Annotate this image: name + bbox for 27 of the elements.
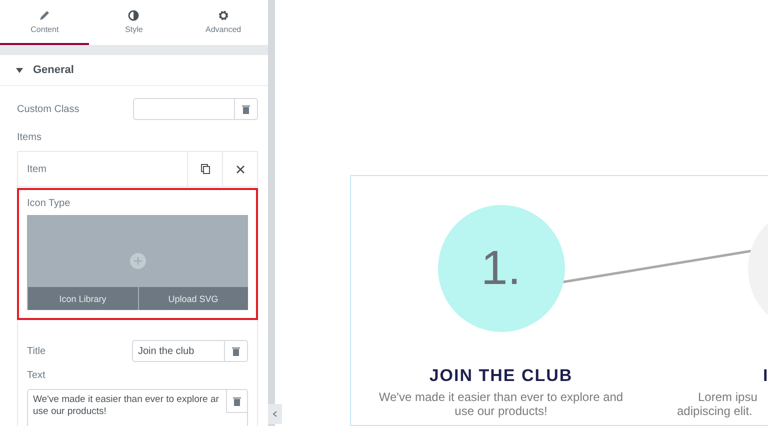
pencil-icon xyxy=(39,10,50,20)
contrast-icon xyxy=(128,10,140,20)
close-icon xyxy=(236,164,244,174)
custom-class-field[interactable] xyxy=(133,98,258,120)
step-text: adipiscing elit. xyxy=(677,404,752,418)
chooser-button[interactable]: Upload SVG xyxy=(138,287,248,310)
step-text: Lorem ipsu xyxy=(698,390,758,404)
gear-icon xyxy=(218,10,229,20)
title-field[interactable]: Join the club xyxy=(132,340,248,362)
item-header[interactable]: Item xyxy=(17,151,258,187)
field-label: Icon Type xyxy=(27,198,72,209)
collapse-handle[interactable] xyxy=(268,404,282,424)
step-text: We've made it easier than ever to explore and xyxy=(378,390,624,404)
field-label: Custom Class xyxy=(17,104,80,114)
step-circle: 1. xyxy=(438,205,564,332)
step-heading: JOIN THE CLUB xyxy=(429,366,573,386)
field-label: Text xyxy=(27,370,46,381)
section-header[interactable]: General xyxy=(0,55,268,86)
step-text: use our products! xyxy=(454,404,548,418)
field-label: Items xyxy=(17,132,42,143)
text-field[interactable]: We've made it easier than ever to explore ar use our products! xyxy=(27,389,248,426)
chooser-button[interactable]: Icon Library xyxy=(27,287,138,310)
field-label: Title xyxy=(27,346,46,356)
icon-chooser[interactable]: Icon Library Upload SVG xyxy=(27,215,248,310)
caret-icon xyxy=(16,68,23,72)
copy-icon xyxy=(200,164,210,174)
step-heading: I xyxy=(763,366,768,386)
